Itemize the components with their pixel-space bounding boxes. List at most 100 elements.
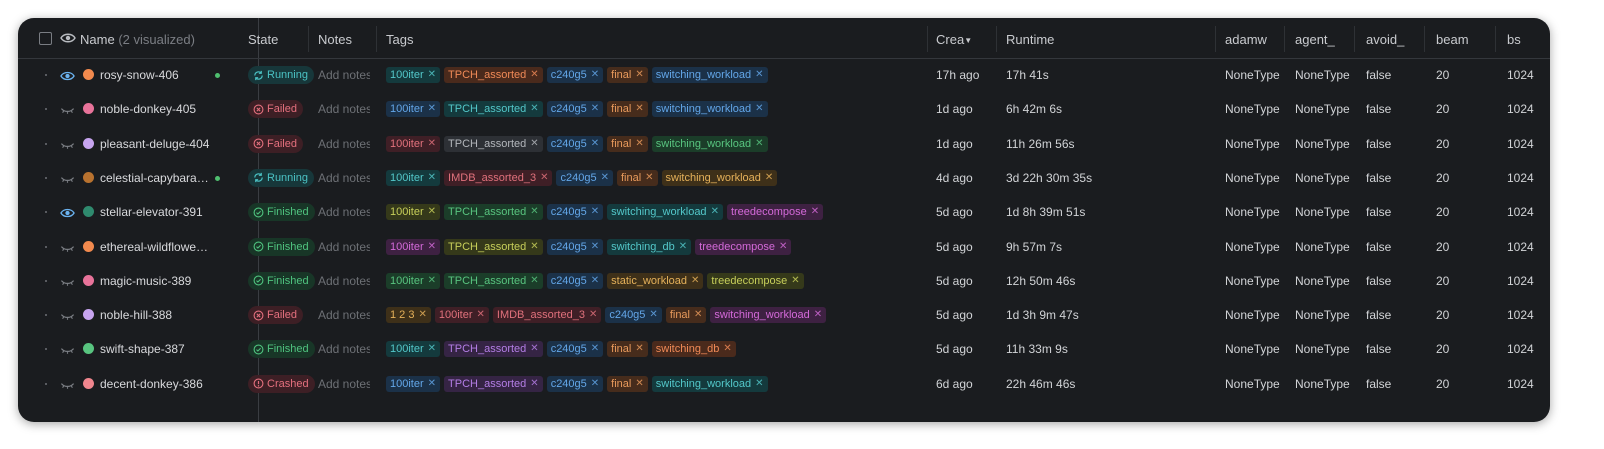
column-header-adamw[interactable]: adamw (1225, 18, 1267, 58)
tag-chip[interactable]: c240g5 ✕ (546, 272, 604, 289)
run-name-link[interactable]: pleasant-deluge-404 (100, 127, 212, 161)
remove-tag-icon[interactable]: ✕ (814, 307, 822, 323)
run-color-swatch[interactable] (83, 377, 94, 389)
run-name-link[interactable]: stellar-elevator-391 (100, 195, 212, 229)
remove-tag-icon[interactable]: ✕ (591, 67, 599, 83)
tag-chip[interactable]: 100iter ✕ (434, 307, 489, 324)
notes-input[interactable]: Add notes (318, 58, 370, 92)
table-row[interactable]: pleasant-deluge-404 Failed Add notes 100ite… (18, 127, 1550, 161)
table-row[interactable]: magic-music-389 Finished Add notes 100iter ✕… (18, 264, 1550, 298)
tag-chip[interactable]: TPCH_assorted ✕ (444, 135, 543, 152)
remove-tag-icon[interactable]: ✕ (811, 204, 819, 220)
select-all-checkbox[interactable] (39, 32, 52, 45)
column-header-beam[interactable]: beam (1436, 18, 1469, 58)
row-drag-handle[interactable] (45, 74, 47, 76)
tag-chip[interactable]: c240g5 ✕ (546, 67, 604, 83)
tag-chip[interactable]: 100iter ✕ (386, 204, 441, 221)
tag-chip[interactable]: final ✕ (607, 67, 648, 83)
notes-input[interactable]: Add notes (318, 230, 370, 264)
remove-tag-icon[interactable]: ✕ (428, 376, 436, 392)
notes-input[interactable]: Add notes (318, 127, 370, 161)
remove-tag-icon[interactable]: ✕ (428, 101, 436, 117)
row-drag-handle[interactable] (45, 176, 47, 179)
tag-chip[interactable]: switching_workload ✕ (651, 135, 768, 152)
tag-chip[interactable]: TPCH_assorted ✕ (444, 375, 543, 392)
tag-chip[interactable]: final ✕ (607, 135, 648, 152)
remove-tag-icon[interactable]: ✕ (428, 136, 436, 152)
column-header-state[interactable]: State (248, 18, 278, 58)
tag-chip[interactable]: final ✕ (607, 375, 648, 392)
run-color-swatch[interactable] (83, 309, 94, 321)
run-color-swatch[interactable] (83, 137, 94, 149)
table-row[interactable]: noble-hill-388 Failed Add notes 1 2 3 ✕ 100it… (18, 298, 1550, 332)
eye-icon[interactable] (60, 206, 75, 224)
remove-tag-icon[interactable]: ✕ (645, 170, 653, 186)
table-row[interactable]: ethereal-wildflower-390 Finished Add notes… (18, 230, 1550, 264)
remove-tag-icon[interactable]: ✕ (530, 273, 538, 289)
tag-chip[interactable]: c240g5 ✕ (546, 204, 604, 221)
tag-chip[interactable]: switching_workload ✕ (661, 169, 778, 186)
remove-tag-icon[interactable]: ✕ (591, 376, 599, 392)
remove-tag-icon[interactable]: ✕ (755, 136, 763, 152)
tag-chip[interactable]: 100iter ✕ (386, 135, 441, 152)
remove-tag-icon[interactable]: ✕ (428, 170, 436, 186)
tag-chip[interactable]: switching_workload ✕ (710, 307, 827, 324)
tag-chip[interactable]: static_workload ✕ (607, 272, 704, 289)
tag-chip[interactable]: IMDB_assorted_3 ✕ (444, 169, 553, 186)
remove-tag-icon[interactable]: ✕ (428, 273, 436, 289)
column-header-bs[interactable]: bs (1507, 18, 1521, 58)
tag-chip[interactable]: switching_workload ✕ (651, 101, 768, 118)
column-header-avoid[interactable]: avoid_ (1366, 18, 1404, 58)
remove-tag-icon[interactable]: ✕ (428, 239, 436, 255)
tag-chip[interactable]: TPCH_assorted ✕ (444, 204, 543, 221)
remove-tag-icon[interactable]: ✕ (591, 204, 599, 220)
notes-input[interactable]: Add notes (318, 332, 370, 366)
remove-tag-icon[interactable]: ✕ (755, 376, 763, 392)
run-name-link[interactable]: ethereal-wildflower-390 (100, 230, 212, 264)
tag-chip[interactable]: final ✕ (616, 169, 658, 186)
remove-tag-icon[interactable]: ✕ (765, 170, 773, 186)
remove-tag-icon[interactable]: ✕ (711, 204, 719, 220)
eye-closed-icon[interactable] (60, 309, 75, 327)
tag-chip[interactable]: final ✕ (665, 307, 707, 324)
tag-chip[interactable]: switching_db ✕ (651, 341, 736, 358)
remove-tag-icon[interactable]: ✕ (530, 204, 538, 220)
remove-tag-icon[interactable]: ✕ (694, 307, 702, 323)
run-color-swatch[interactable] (83, 274, 94, 286)
tag-chip[interactable]: c240g5 ✕ (605, 307, 662, 324)
tag-chip[interactable]: c240g5 ✕ (546, 375, 604, 392)
remove-tag-icon[interactable]: ✕ (723, 341, 731, 357)
remove-tag-icon[interactable]: ✕ (428, 204, 436, 220)
tag-chip[interactable]: c240g5 ✕ (556, 169, 613, 186)
remove-tag-icon[interactable]: ✕ (635, 101, 643, 117)
table-row[interactable]: decent-donkey-386 Crashed Add notes 100iter… (18, 367, 1550, 401)
remove-tag-icon[interactable]: ✕ (635, 67, 643, 83)
remove-tag-icon[interactable]: ✕ (691, 273, 699, 289)
remove-tag-icon[interactable]: ✕ (755, 101, 763, 117)
remove-tag-icon[interactable]: ✕ (635, 376, 643, 392)
tag-chip[interactable]: 100iter ✕ (386, 67, 441, 83)
tag-chip[interactable]: TPCH_assorted ✕ (444, 67, 543, 83)
table-row[interactable]: noble-donkey-405 Failed Add notes 100iter ✕ T… (18, 92, 1550, 126)
run-color-swatch[interactable] (83, 206, 94, 218)
tag-chip[interactable]: switching_db ✕ (607, 238, 692, 255)
row-drag-handle[interactable] (45, 245, 47, 248)
column-header-tags[interactable]: Tags (386, 18, 413, 58)
column-header-runtime[interactable]: Runtime (1006, 18, 1054, 58)
tag-chip[interactable]: switching_workload ✕ (651, 375, 768, 392)
column-header-agent[interactable]: agent_ (1295, 18, 1335, 58)
eye-closed-icon[interactable] (60, 138, 75, 156)
row-drag-handle[interactable] (45, 211, 47, 214)
remove-tag-icon[interactable]: ✕ (530, 376, 538, 392)
remove-tag-icon[interactable]: ✕ (791, 273, 799, 289)
column-header-created[interactable]: Crea▼ (936, 18, 972, 58)
tag-chip[interactable]: treedecompose ✕ (707, 272, 804, 289)
tag-chip[interactable]: c240g5 ✕ (546, 341, 604, 358)
tag-chip[interactable]: 100iter ✕ (386, 272, 441, 289)
tag-chip[interactable]: 100iter ✕ (386, 375, 441, 392)
tag-chip[interactable]: c240g5 ✕ (546, 238, 604, 255)
run-name-link[interactable]: celestial-capybara-403 (100, 161, 212, 195)
tag-chip[interactable]: TPCH_assorted ✕ (444, 341, 543, 358)
remove-tag-icon[interactable]: ✕ (591, 273, 599, 289)
column-header-notes[interactable]: Notes (318, 18, 352, 58)
